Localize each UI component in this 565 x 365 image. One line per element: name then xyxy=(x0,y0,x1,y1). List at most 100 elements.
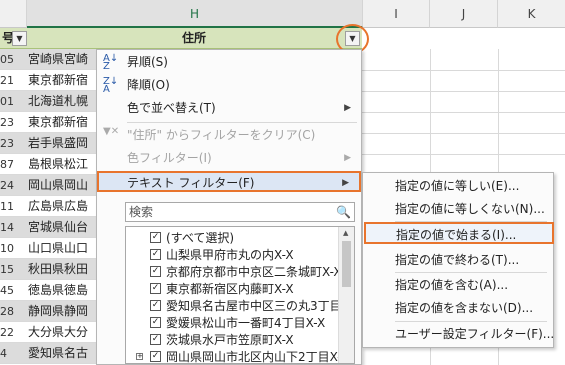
table-row[interactable]: 21 東京都新宿 xyxy=(0,70,96,91)
address-cell[interactable]: 大分県大分 xyxy=(28,322,96,343)
list-item[interactable]: ✓ 山梨県甲府市丸の内X-X xyxy=(126,246,338,264)
search-icon: 🔍 xyxy=(336,205,351,219)
list-item[interactable]: ✓ 京都府京都市中京区二条城町X-X xyxy=(126,263,342,281)
address-column-label: 住所 xyxy=(182,31,207,45)
list-item-label: 山梨県甲府市丸の内X-X xyxy=(166,248,294,262)
table-row[interactable]: 28 静岡県静岡 xyxy=(0,301,96,322)
row-number-cell[interactable]: 4 xyxy=(0,343,24,364)
filter-search-box[interactable]: 検索 🔍 xyxy=(125,202,355,222)
row-number-cell[interactable]: 28 xyxy=(0,301,24,322)
row-number-cell[interactable]: 87 xyxy=(0,154,24,175)
table-row[interactable]: 87 島根県松江 xyxy=(0,154,96,175)
table-row[interactable]: 14 宮城県仙台 xyxy=(0,217,96,238)
address-cell[interactable]: 宮城県仙台 xyxy=(28,217,96,238)
row-number-cell[interactable]: 23 xyxy=(0,112,24,133)
checkbox[interactable]: ✓ xyxy=(150,334,161,345)
checkbox[interactable]: ✓ xyxy=(150,283,161,294)
list-item[interactable]: ✓ 愛知県名古屋市中区三の丸3丁目 xyxy=(126,297,342,315)
row-number-cell[interactable]: 23 xyxy=(0,133,24,154)
column-header-i[interactable]: I xyxy=(363,0,430,28)
list-item-label: 京都府京都市中京区二条城町X-X xyxy=(166,265,342,279)
list-item[interactable]: ✓ 茨城県水戸市笠原町X-X xyxy=(126,331,338,349)
list-item[interactable]: ✓ 愛媛県松山市一番町4丁目X-X xyxy=(126,314,338,332)
table-row[interactable]: 45 徳島県徳島 xyxy=(0,280,96,301)
table-row[interactable]: 11 広島県広島 xyxy=(0,196,96,217)
table-row[interactable]: 24 岡山県岡山 xyxy=(0,175,96,196)
list-item[interactable]: ✓ 東京都新宿区内藤町X-X xyxy=(126,280,338,298)
gridline xyxy=(362,112,565,113)
list-item[interactable]: + ✓ 岡山県岡山市北区内山下2丁目X-X xyxy=(126,348,349,363)
address-cell[interactable]: 秋田県秋田 xyxy=(28,259,96,280)
checkbox[interactable]: ✓ xyxy=(150,266,161,277)
row-number-cell[interactable]: 14 xyxy=(0,217,24,238)
filter-begins-with-item[interactable]: 指定の値で始まる(I)... xyxy=(364,222,554,244)
table-row[interactable]: 01 北海道札幌 xyxy=(0,91,96,112)
address-cell[interactable]: 徳島県徳島 xyxy=(28,280,96,301)
filter-contains-item[interactable]: 指定の値を含む(A)... xyxy=(363,274,553,296)
list-item-select-all[interactable]: ✓ (すべて選択) xyxy=(126,229,338,247)
checkbox[interactable]: ✓ xyxy=(150,351,161,362)
checkbox[interactable]: ✓ xyxy=(150,232,161,243)
row-number-cell[interactable]: 01 xyxy=(0,91,24,112)
text-filter-item[interactable]: テキスト フィルター(F) ▶ xyxy=(97,171,361,192)
color-filter-item[interactable]: 色フィルター(I) ▶ xyxy=(97,148,361,169)
table-row[interactable]: 23 東京都新宿 xyxy=(0,112,96,133)
scroll-up-icon[interactable]: ▲ xyxy=(343,229,348,237)
row-number-cell[interactable]: 05 xyxy=(0,49,24,70)
address-cell[interactable]: 島根県松江 xyxy=(28,154,96,175)
address-cell[interactable]: 東京都新宿 xyxy=(28,112,96,133)
list-item-label: 東京都新宿区内藤町X-X xyxy=(166,282,294,296)
filter-equals-item[interactable]: 指定の値に等しい(E)... xyxy=(363,175,553,197)
expand-icon[interactable]: + xyxy=(136,353,143,360)
row-number-cell[interactable]: 10 xyxy=(0,238,24,259)
address-cell[interactable]: 広島県広島 xyxy=(28,196,96,217)
row-number-cell[interactable]: 24 xyxy=(0,175,24,196)
sort-descending-label: 降順(O) xyxy=(127,78,170,92)
row-number-cell[interactable]: 11 xyxy=(0,196,24,217)
clear-filter-item[interactable]: ▼✕ "住所" からフィルターをクリア(C) xyxy=(97,125,361,146)
address-cell[interactable]: 山口県山口 xyxy=(28,238,96,259)
filter-dropdown: A↓ Z 昇順(S) Z↓ A 降順(O) 色で並べ替え(T) ▶ ▼✕ "住所" … xyxy=(96,49,362,365)
address-cell[interactable]: 宮崎県宮崎 xyxy=(28,49,96,70)
row-number-cell[interactable]: 45 xyxy=(0,280,24,301)
color-filter-label: 色フィルター(I) xyxy=(127,151,212,165)
table-row[interactable]: 4 愛知県名古 xyxy=(0,343,96,364)
filter-not-contains-item[interactable]: 指定の値を含まない(D)... xyxy=(363,297,553,319)
sort-by-color-item[interactable]: 色で並べ替え(T) ▶ xyxy=(97,98,361,119)
table-row[interactable]: 22 大分県大分 xyxy=(0,322,96,343)
sort-descending-item[interactable]: Z↓ A 降順(O) xyxy=(97,75,361,96)
row-number-cell[interactable]: 21 xyxy=(0,70,24,91)
address-cell[interactable]: 岩手県盛岡 xyxy=(28,133,96,154)
list-scrollbar[interactable]: ▲ xyxy=(338,227,354,363)
address-cell[interactable]: 東京都新宿 xyxy=(28,70,96,91)
clear-filter-icon: ▼✕ xyxy=(103,126,120,137)
checkbox[interactable]: ✓ xyxy=(150,249,161,260)
column-header-h[interactable]: H xyxy=(27,0,363,28)
address-cell[interactable]: 岡山県岡山 xyxy=(28,175,96,196)
column-header-j[interactable]: J xyxy=(430,0,498,28)
gridline xyxy=(362,70,565,71)
address-cell[interactable]: 北海道札幌 xyxy=(28,91,96,112)
custom-filter-item[interactable]: ユーザー設定フィルター(F)... xyxy=(363,323,554,345)
checkbox[interactable]: ✓ xyxy=(150,300,161,311)
table-row[interactable]: 10 山口県山口 xyxy=(0,238,96,259)
filter-not-equals-item[interactable]: 指定の値に等しくない(N)... xyxy=(363,198,553,220)
row-number-cell[interactable]: 15 xyxy=(0,259,24,280)
number-filter-button[interactable]: ▼ xyxy=(12,31,27,46)
table-row[interactable]: 15 秋田県秋田 xyxy=(0,259,96,280)
menu-separator xyxy=(127,122,357,123)
scrollbar-thumb[interactable] xyxy=(342,241,351,287)
table-row[interactable]: 23 岩手県盛岡 xyxy=(0,133,96,154)
submenu-arrow-icon: ▶ xyxy=(344,103,351,113)
address-cell[interactable]: 静岡県静岡 xyxy=(28,301,96,322)
sort-descending-icon: Z↓ A xyxy=(103,76,119,95)
address-cell[interactable]: 愛知県名古 xyxy=(28,343,96,364)
table-row[interactable]: 05 宮崎県宮崎 xyxy=(0,49,96,70)
gridline xyxy=(362,91,565,92)
column-header-g[interactable] xyxy=(0,0,27,28)
checkbox[interactable]: ✓ xyxy=(150,317,161,328)
row-number-cell[interactable]: 22 xyxy=(0,322,24,343)
filter-ends-with-item[interactable]: 指定の値で終わる(T)... xyxy=(363,249,553,271)
sort-ascending-item[interactable]: A↓ Z 昇順(S) xyxy=(97,52,361,73)
column-header-k[interactable]: K xyxy=(498,0,565,28)
